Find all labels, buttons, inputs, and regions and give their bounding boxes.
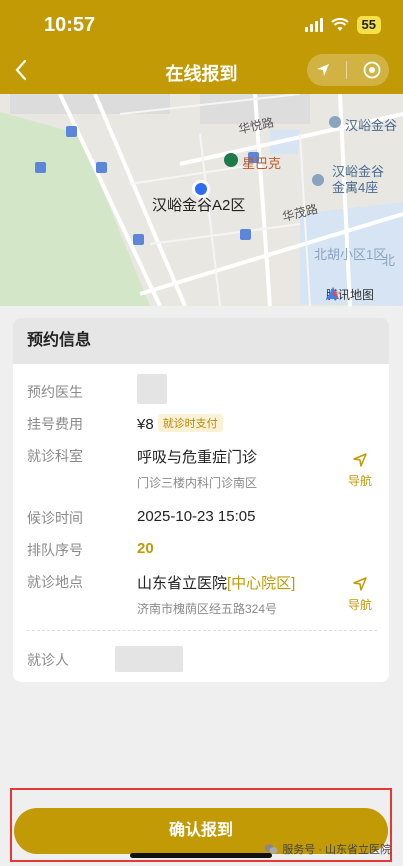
dept-label: 就诊科室 <box>27 448 83 464</box>
dept-value: 呼吸与危重症门诊 <box>137 449 258 466</box>
map-brand: 腾讯地图 <box>326 286 374 303</box>
map-pin-label: 汉峪金谷A2区 <box>152 197 246 214</box>
fee-value-wrap: ¥8 就诊时支付 <box>137 414 223 433</box>
appointment-card: 预约信息 预约医生 挂号费用 ¥8 就诊时支付 就诊科室 呼吸与危重症门诊 门诊三… <box>13 318 389 682</box>
row-patient: 就诊人 <box>27 646 377 674</box>
wifi-icon <box>330 18 349 31</box>
map-poi-beihu: 北胡小区1区 <box>314 247 387 262</box>
map-poi-starbucks: 星巴克 <box>242 156 282 171</box>
row-location: 就诊地点 山东省立医院[中心院区] 济南市槐荫区经五路324号 导航 <box>27 572 377 622</box>
fee-value: ¥8 <box>137 416 154 433</box>
wait-value: 2025-10-23 15:05 <box>137 508 256 525</box>
place-value-wrap: 山东省立医院[中心院区] <box>137 572 295 593</box>
dept-sub: 门诊三楼内科门诊南区 <box>137 476 258 490</box>
place-navigate-label: 导航 <box>347 598 372 612</box>
place-tag: [中心院区] <box>227 575 296 592</box>
row-department: 就诊科室 呼吸与危重症门诊 门诊三楼内科门诊南区 导航 <box>27 446 377 496</box>
top-bar: 10:57 55 在线报到 <box>0 0 403 95</box>
dept-navigate-label: 导航 <box>347 474 372 488</box>
queue-value: 20 <box>137 540 154 557</box>
map-poi-hanyu-1: 汉峪金谷 <box>345 118 398 133</box>
patient-label: 就诊人 <box>27 652 69 668</box>
row-wait-time: 候诊时间 2025-10-23 15:05 <box>27 508 377 532</box>
status-time: 10:57 <box>44 14 96 36</box>
place-value: 山东省立医院 <box>137 575 228 592</box>
mini-program-capsule <box>307 54 389 86</box>
wait-label: 候诊时间 <box>27 510 83 526</box>
row-queue: 排队序号 20 <box>27 540 377 564</box>
nav-bar: 在线报到 <box>0 48 403 94</box>
map-poi-hanyu-2-line1: 汉峪金谷 <box>332 164 385 179</box>
tencent-map-logo-icon <box>327 287 339 299</box>
place-sub: 济南市槐荫区经五路324号 <box>137 602 278 616</box>
status-icons: 55 <box>304 16 381 34</box>
home-indicator <box>130 853 272 858</box>
watermark: 服务号 · 山东省立医院 <box>264 841 391 857</box>
location-arrow-icon[interactable] <box>315 62 331 78</box>
queue-label: 排队序号 <box>27 542 83 558</box>
signal-icon <box>304 18 323 32</box>
watermark-text: 服务号 · 山东省立医院 <box>282 844 391 856</box>
doctor-label: 预约医生 <box>27 384 83 400</box>
card-divider <box>27 630 377 631</box>
close-circle-icon[interactable] <box>363 61 381 79</box>
place-navigate-button[interactable]: 导航 <box>343 576 377 613</box>
row-fee: 挂号费用 ¥8 就诊时支付 <box>27 414 377 438</box>
status-bar: 10:57 55 <box>0 0 403 48</box>
map-view[interactable]: 汉峪金谷A2区 星巴克 汉峪金谷 汉峪金谷 金寓4座 北胡小区1区 北 华悦路 … <box>0 94 403 306</box>
dept-navigate-button[interactable]: 导航 <box>343 452 377 489</box>
patient-name-blurred <box>115 646 183 672</box>
fee-label: 挂号费用 <box>27 416 83 432</box>
fee-tag: 就诊时支付 <box>157 414 223 432</box>
row-doctor: 预约医生 <box>27 374 377 406</box>
navigation-arrow-icon <box>353 577 367 591</box>
card-title: 预约信息 <box>13 318 389 364</box>
capsule-divider <box>346 61 348 79</box>
navigation-arrow-icon <box>353 453 367 467</box>
map-poi-hanyu-2: 汉峪金谷 金寓4座 <box>332 164 384 196</box>
map-poi-hanyu-2-line2: 金寓4座 <box>332 180 379 195</box>
battery-indicator: 55 <box>356 16 381 34</box>
place-label: 就诊地点 <box>27 574 83 590</box>
doctor-avatar-blurred <box>137 374 167 404</box>
map-poi-bei: 北 <box>382 253 396 268</box>
